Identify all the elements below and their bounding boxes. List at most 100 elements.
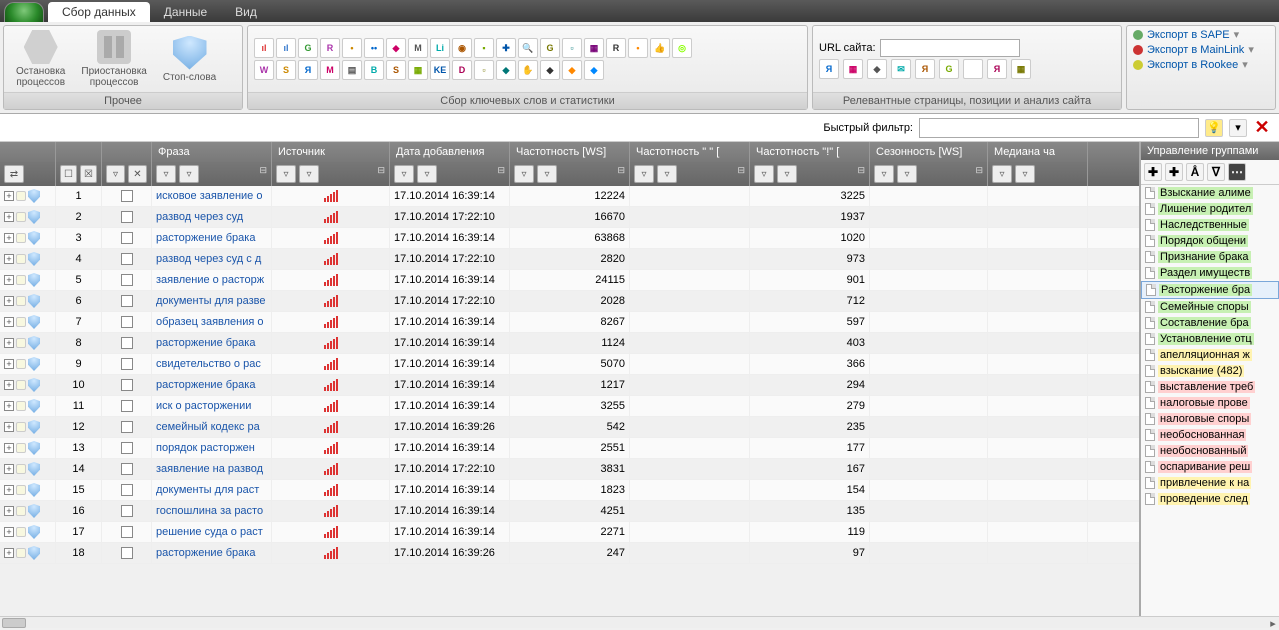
expand-icon[interactable]: + bbox=[4, 422, 14, 432]
table-row[interactable]: +12семейный кодекс ра17.10.2014 16:39:26… bbox=[0, 417, 1139, 438]
scroll-thumb[interactable] bbox=[2, 618, 26, 628]
row-checkbox[interactable] bbox=[121, 358, 133, 370]
group-item[interactable]: Составление бра bbox=[1141, 315, 1279, 331]
phrase-cell[interactable]: расторжение брака bbox=[152, 543, 272, 563]
row-checkbox[interactable] bbox=[121, 211, 133, 223]
group-item[interactable]: Семейные споры bbox=[1141, 299, 1279, 315]
row-checkbox[interactable] bbox=[121, 547, 133, 559]
tool-icon[interactable]: ıl bbox=[276, 38, 296, 58]
pin-icon[interactable]: ⊟ bbox=[497, 165, 505, 183]
export-rookee-link[interactable]: Экспорт в Rookee▾ bbox=[1133, 58, 1248, 71]
expand-icon[interactable]: + bbox=[4, 254, 14, 264]
row-checkbox[interactable] bbox=[121, 442, 133, 454]
tool-icon[interactable]: W bbox=[254, 60, 274, 80]
phrase-cell[interactable]: заявление о расторж bbox=[152, 270, 272, 290]
phrase-cell[interactable]: расторжение брака bbox=[152, 228, 272, 248]
table-row[interactable]: +2развод через суд17.10.2014 17:22:10166… bbox=[0, 207, 1139, 228]
pin-icon[interactable]: ⊟ bbox=[377, 165, 385, 183]
expand-icon[interactable]: + bbox=[4, 275, 14, 285]
phrase-cell[interactable]: документы для разве bbox=[152, 291, 272, 311]
table-row[interactable]: +1исковое заявление о17.10.2014 16:39:14… bbox=[0, 186, 1139, 207]
tool-icon[interactable]: ▪ bbox=[474, 38, 494, 58]
tool-icon[interactable]: ◎ bbox=[672, 38, 692, 58]
phrase-cell[interactable]: документы для раст bbox=[152, 480, 272, 500]
quick-filter-input[interactable] bbox=[919, 118, 1199, 138]
group-item[interactable]: проведение след bbox=[1141, 491, 1279, 507]
tool-icon[interactable]: ◆ bbox=[562, 60, 582, 80]
tool-icon[interactable]: S bbox=[276, 60, 296, 80]
export-sape-link[interactable]: Экспорт в SAPE▾ bbox=[1133, 28, 1239, 41]
row-checkbox[interactable] bbox=[121, 421, 133, 433]
expand-icon[interactable]: + bbox=[4, 548, 14, 558]
expand-icon[interactable]: + bbox=[4, 233, 14, 243]
tool-icon[interactable]: • bbox=[342, 38, 362, 58]
tool-icon[interactable]: G bbox=[939, 59, 959, 79]
tool-icon[interactable]: ✋ bbox=[518, 60, 538, 80]
tool-icon[interactable]: ▦ bbox=[843, 59, 863, 79]
table-row[interactable]: +3расторжение брака17.10.2014 16:39:1463… bbox=[0, 228, 1139, 249]
clear-icon[interactable]: ▿ bbox=[179, 165, 199, 183]
tool-icon[interactable]: KE bbox=[430, 60, 450, 80]
tool-icon[interactable]: ✚ bbox=[496, 38, 516, 58]
phrase-cell[interactable]: свидетельство о рас bbox=[152, 354, 272, 374]
clear-icon[interactable]: ▿ bbox=[537, 165, 557, 183]
clear-icon[interactable]: ▿ bbox=[299, 165, 319, 183]
pin-icon[interactable]: ⊟ bbox=[617, 165, 625, 183]
phrase-cell[interactable]: расторжение брака bbox=[152, 333, 272, 353]
tool-icon[interactable]: R bbox=[320, 38, 340, 58]
filter-icon[interactable]: ▿ bbox=[276, 165, 296, 183]
table-row[interactable]: +6документы для разве17.10.2014 17:22:10… bbox=[0, 291, 1139, 312]
phrase-cell[interactable]: решение суда о раст bbox=[152, 522, 272, 542]
group-item[interactable]: взыскание (482) bbox=[1141, 363, 1279, 379]
tool-icon[interactable]: ıl bbox=[254, 38, 274, 58]
phrase-cell[interactable]: иск о расторжении bbox=[152, 396, 272, 416]
group-item[interactable]: Признание брака bbox=[1141, 249, 1279, 265]
tool-icon[interactable]: R bbox=[606, 38, 626, 58]
site-url-input[interactable] bbox=[880, 39, 1020, 57]
group-item[interactable]: Раздел имуществ bbox=[1141, 265, 1279, 281]
table-row[interactable]: +18расторжение брака17.10.2014 16:39:262… bbox=[0, 543, 1139, 564]
row-checkbox[interactable] bbox=[121, 505, 133, 517]
table-row[interactable]: +9свидетельство о рас17.10.2014 16:39:14… bbox=[0, 354, 1139, 375]
clear-icon[interactable]: ▿ bbox=[657, 165, 677, 183]
expand-icon[interactable]: + bbox=[4, 338, 14, 348]
expand-icon[interactable]: + bbox=[4, 380, 14, 390]
tool-icon[interactable]: ◆ bbox=[584, 60, 604, 80]
tool-icon[interactable]: B bbox=[364, 60, 384, 80]
phrase-cell[interactable]: исковое заявление о bbox=[152, 186, 272, 206]
tab-data[interactable]: Данные bbox=[150, 2, 221, 22]
tab-data-collection[interactable]: Сбор данных bbox=[48, 2, 150, 22]
group-item[interactable]: Наследственные bbox=[1141, 217, 1279, 233]
check-all-icon[interactable]: ☐ bbox=[60, 165, 77, 183]
add-group-icon[interactable]: ✚ bbox=[1144, 163, 1162, 181]
expand-icon[interactable]: + bbox=[4, 191, 14, 201]
data-grid[interactable]: ⇄ ☐☒ ▿✕ Фраза▿▿⊟ Источник▿▿⊟ Дата добавл… bbox=[0, 142, 1140, 616]
group-item[interactable]: налоговые споры bbox=[1141, 411, 1279, 427]
table-row[interactable]: +13порядок расторжен17.10.2014 16:39:142… bbox=[0, 438, 1139, 459]
tool-icon[interactable]: M bbox=[408, 38, 428, 58]
tool-icon[interactable]: ▦ bbox=[584, 38, 604, 58]
clear-icon[interactable]: ▿ bbox=[417, 165, 437, 183]
table-row[interactable]: +7образец заявления о17.10.2014 16:39:14… bbox=[0, 312, 1139, 333]
clear-icon[interactable]: ▿ bbox=[777, 165, 797, 183]
tool-icon[interactable]: ▦ bbox=[1011, 59, 1031, 79]
hint-icon[interactable]: 💡 bbox=[1205, 119, 1223, 137]
table-row[interactable]: +5заявление о расторж17.10.2014 16:39:14… bbox=[0, 270, 1139, 291]
tool-icon[interactable]: S bbox=[386, 60, 406, 80]
column-config-icon[interactable]: ⇄ bbox=[4, 165, 24, 183]
filter-icon[interactable]: ▿ bbox=[992, 165, 1012, 183]
pin-icon[interactable]: ⊟ bbox=[857, 165, 865, 183]
row-checkbox[interactable] bbox=[121, 274, 133, 286]
tool-icon[interactable]: 👍 bbox=[650, 38, 670, 58]
expand-icon[interactable]: + bbox=[4, 527, 14, 537]
phrase-cell[interactable]: расторжение брака bbox=[152, 375, 272, 395]
phrase-cell[interactable]: образец заявления о bbox=[152, 312, 272, 332]
tool-icon[interactable]: D bbox=[452, 60, 472, 80]
expand-icon[interactable]: + bbox=[4, 317, 14, 327]
clear-icon[interactable]: ▿ bbox=[1015, 165, 1035, 183]
stop-words-button[interactable]: Стоп-слова bbox=[157, 34, 222, 85]
tool-icon[interactable]: Li bbox=[430, 38, 450, 58]
row-checkbox[interactable] bbox=[121, 295, 133, 307]
tool-icon[interactable]: Я bbox=[819, 59, 839, 79]
row-checkbox[interactable] bbox=[121, 337, 133, 349]
